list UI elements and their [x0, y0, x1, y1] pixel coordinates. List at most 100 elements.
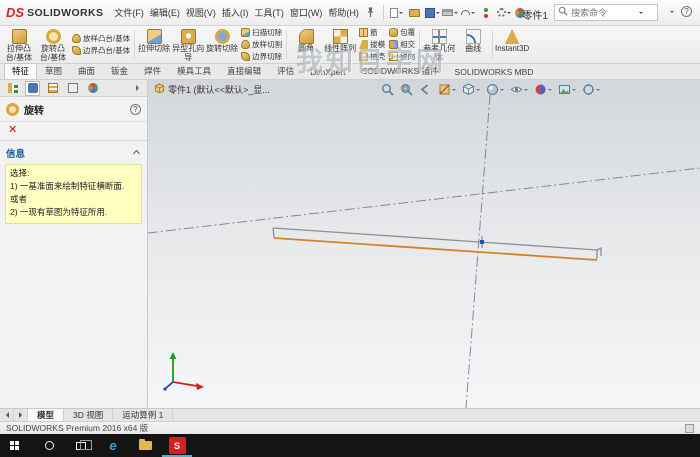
- ribbon-button-revolved-boss-base[interactable]: 旋转凸台/基体: [36, 27, 70, 62]
- status-options-icon[interactable]: [685, 423, 694, 433]
- save-button[interactable]: [424, 4, 441, 22]
- menu-file[interactable]: 文件(F): [111, 3, 147, 22]
- ribbon-button-boundary-boss-base[interactable]: 边界凸台/基体: [72, 45, 130, 56]
- ribbon-button-rib[interactable]: 筋: [359, 27, 385, 38]
- ribbon-button-fillet[interactable]: 圆角: [289, 27, 323, 62]
- print-button[interactable]: [442, 4, 459, 22]
- ribbon-button-curves[interactable]: 曲线: [456, 27, 490, 62]
- sketch-line-left-cap[interactable]: [272, 227, 275, 239]
- tab-sheet-metal[interactable]: 钣金: [103, 63, 136, 79]
- tab-solidworks-mbd[interactable]: SOLIDWORKS MBD: [447, 65, 542, 79]
- tab-scroll-right-icon[interactable]: [14, 409, 28, 421]
- help-icon[interactable]: ?: [130, 104, 141, 115]
- tab-scroll-left-icon[interactable]: [0, 409, 14, 421]
- centerline-diagonal[interactable]: [148, 167, 700, 234]
- ribbon-button-extruded-boss-base[interactable]: 拉伸凸台/基体: [2, 27, 36, 62]
- sketch-line-top[interactable]: [272, 227, 598, 251]
- ribbon-button-wrap[interactable]: 包覆: [389, 27, 415, 38]
- ribbon-button-lofted-boss-base[interactable]: 放样凸台/基体: [72, 33, 130, 44]
- pane-flyout-icon[interactable]: [136, 85, 142, 91]
- featuremanager-tree-tab[interactable]: [5, 81, 20, 96]
- menu-help[interactable]: 帮助(H): [325, 3, 362, 22]
- options-button[interactable]: [496, 4, 513, 22]
- tab-features[interactable]: 特征: [4, 63, 38, 79]
- menu-window[interactable]: 窗口(W): [287, 3, 326, 22]
- ribbon-label: 旋转凸台/基体: [39, 44, 67, 62]
- section-view-icon[interactable]: [437, 82, 457, 97]
- menu-view[interactable]: 视图(V): [183, 3, 219, 22]
- tab-sketch[interactable]: 草图: [37, 63, 70, 79]
- zoom-area-icon[interactable]: [399, 82, 414, 97]
- configurationmanager-tab[interactable]: [45, 81, 60, 96]
- view-settings-icon[interactable]: [581, 82, 601, 97]
- help-icon[interactable]: ?: [681, 6, 692, 17]
- collapse-menu-icon[interactable]: [670, 11, 674, 15]
- tab-dimxpert[interactable]: DimXpert: [302, 65, 353, 79]
- ribbon-label: 线性阵列: [324, 44, 357, 53]
- search-icon: [558, 6, 568, 19]
- propertymanager-tab[interactable]: [25, 80, 40, 96]
- ribbon-button-mirror[interactable]: 镜向: [389, 51, 415, 62]
- zoom-fit-icon[interactable]: [380, 82, 395, 97]
- solidworks-window: DS SOLIDWORKS 文件(F) 编辑(E) 视图(V) 插入(I) 工具…: [0, 0, 700, 457]
- menu-insert[interactable]: 插入(I): [219, 3, 252, 22]
- ribbon-button-shell[interactable]: 抽壳: [359, 51, 385, 62]
- view-orientation-icon[interactable]: [461, 82, 481, 97]
- previous-view-icon[interactable]: [418, 82, 433, 97]
- message-group-header[interactable]: 信息: [0, 141, 147, 163]
- ribbon-separator: [419, 30, 421, 59]
- displaymanager-tab[interactable]: [85, 81, 100, 96]
- apply-scene-icon[interactable]: [557, 82, 577, 97]
- start-button[interactable]: [2, 434, 32, 457]
- ribbon-small-column: 扫描切除 放样切割 边界切除: [239, 27, 284, 62]
- cancel-button[interactable]: ✕: [6, 125, 19, 136]
- sketch-line-selected[interactable]: [273, 237, 598, 261]
- ribbon-button-intersect[interactable]: 相交: [389, 39, 415, 50]
- new-document-button[interactable]: [388, 4, 405, 22]
- dimxpertmanager-tab[interactable]: [65, 81, 80, 96]
- edge-button[interactable]: e: [98, 434, 128, 457]
- search-button[interactable]: [34, 434, 64, 457]
- tab-evaluate[interactable]: 评估: [269, 63, 302, 79]
- tab-model[interactable]: 模型: [28, 409, 65, 421]
- open-document-button[interactable]: [406, 4, 423, 22]
- task-view-button[interactable]: [66, 434, 96, 457]
- ribbon-button-linear-pattern[interactable]: 线性阵列: [323, 27, 357, 62]
- ribbon-button-instant3d[interactable]: Instant3D: [495, 27, 529, 62]
- ribbon-button-revolved-cut[interactable]: 旋转切除: [205, 27, 239, 62]
- ribbon-button-swept-cut[interactable]: 扫描切除: [241, 27, 282, 38]
- main-content: 旋转 ? ✕ 信息 选择: 1) 一基准面来绘制特征横断面. 或者 2) 一现有…: [0, 80, 700, 408]
- ribbon-button-extruded-cut[interactable]: 拉伸切除: [137, 27, 171, 62]
- edit-appearance-icon[interactable]: [533, 82, 553, 97]
- ribbon-button-lofted-cut[interactable]: 放样切割: [241, 39, 282, 50]
- pin-menu-icon[interactable]: [366, 7, 375, 18]
- tab-motion-study[interactable]: 运动算例 1: [113, 409, 174, 421]
- ribbon-button-reference-geometry[interactable]: 参考几何体: [422, 27, 456, 62]
- tab-direct-editing[interactable]: 直接编辑: [219, 63, 269, 79]
- menu-edit[interactable]: 编辑(E): [147, 3, 183, 22]
- ribbon-label: 放样凸台/基体: [83, 34, 131, 43]
- tab-3d-views[interactable]: 3D 视图: [64, 409, 114, 421]
- file-explorer-button[interactable]: [130, 434, 160, 457]
- extruded-cut-icon: [146, 29, 162, 44]
- tab-surfaces[interactable]: 曲面: [70, 63, 103, 79]
- rebuild-button[interactable]: [478, 4, 495, 22]
- chevron-down-icon[interactable]: [639, 12, 643, 16]
- display-style-icon[interactable]: [485, 82, 505, 97]
- sketch-origin-point[interactable]: [480, 240, 484, 244]
- feature-tree-flyout[interactable]: 零件1 (默认<<默认>_显...: [154, 83, 270, 96]
- tab-solidworks-addins[interactable]: SOLIDWORKS 插件: [354, 63, 447, 79]
- search-input[interactable]: [571, 7, 635, 18]
- ribbon-button-draft[interactable]: 拔模: [359, 39, 385, 50]
- graphics-area[interactable]: 零件1 (默认<<默认>_显...: [148, 80, 700, 408]
- tab-mold-tools[interactable]: 模具工具: [169, 63, 219, 79]
- menu-tools[interactable]: 工具(T): [251, 3, 287, 22]
- undo-button[interactable]: [460, 4, 477, 22]
- extruded-boss-icon: [11, 29, 27, 44]
- ribbon-button-boundary-cut[interactable]: 边界切除: [241, 51, 282, 62]
- ribbon-button-hole-wizard[interactable]: 异型孔向导: [171, 27, 205, 62]
- tab-weldments[interactable]: 焊件: [136, 63, 169, 79]
- boundary-cut-icon: [241, 52, 251, 61]
- solidworks-taskbar-button[interactable]: S: [162, 434, 192, 457]
- hide-show-items-icon[interactable]: [509, 82, 529, 97]
